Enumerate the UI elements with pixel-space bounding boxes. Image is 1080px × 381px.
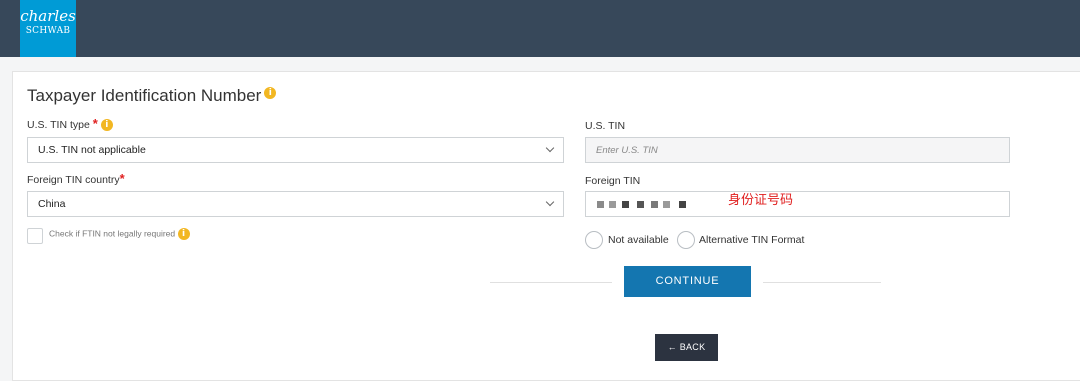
info-icon[interactable]: i [264, 87, 277, 99]
continue-button[interactable]: CONTINUE [624, 266, 751, 297]
chevron-down-icon [545, 143, 555, 153]
us-tin-type-value: U.S. TIN not applicable [38, 144, 146, 156]
required-asterisk: * [119, 171, 125, 186]
not-available-label: Not available [608, 234, 669, 246]
logo-line1: charles [20, 7, 76, 25]
back-label: BACK [679, 342, 706, 352]
info-icon[interactable]: i [100, 119, 113, 132]
foreign-tin-label: Foreign TIN [585, 175, 641, 187]
us-tin-type-label: U.S. TIN type * i [27, 116, 113, 132]
foreign-tin-input[interactable] [585, 191, 1010, 217]
top-bar [0, 0, 1080, 57]
divider-right [763, 282, 881, 283]
us-tin-type-select[interactable]: U.S. TIN not applicable [27, 137, 564, 163]
us-tin-input[interactable]: Enter U.S. TIN [585, 137, 1010, 163]
ftin-not-required-label: Check if FTIN not legally required i [49, 228, 190, 240]
foreign-tin-country-select[interactable]: China [27, 191, 564, 217]
us-tin-type-label-text: U.S. TIN type [27, 119, 90, 131]
alternative-tin-format-label: Alternative TIN Format [699, 234, 805, 246]
not-available-radio[interactable] [585, 231, 603, 249]
charles-schwab-logo[interactable]: charles SCHWAB [20, 0, 76, 57]
page-title: Taxpayer Identification Number i [27, 86, 277, 106]
info-icon[interactable]: i [177, 228, 190, 240]
foreign-tin-country-label: Foreign TIN country* [27, 171, 125, 186]
foreign-tin-country-label-text: Foreign TIN country [27, 174, 120, 186]
form-panel [12, 71, 1080, 381]
chevron-down-icon [545, 197, 555, 207]
us-tin-placeholder: Enter U.S. TIN [596, 145, 658, 156]
back-button[interactable]: ← BACK [655, 334, 718, 361]
page-title-text: Taxpayer Identification Number [27, 86, 262, 105]
logo-line2: SCHWAB [25, 26, 71, 36]
alternative-tin-format-radio[interactable] [677, 231, 695, 249]
us-tin-label: U.S. TIN [585, 120, 626, 132]
id-number-annotation: 身份证号码 [728, 193, 794, 208]
ftin-not-required-text: Check if FTIN not legally required [49, 228, 176, 239]
back-arrow-icon: ← [667, 342, 677, 352]
required-asterisk: * [92, 116, 98, 131]
ftin-not-required-checkbox[interactable] [27, 228, 43, 244]
divider-left [490, 282, 612, 283]
foreign-tin-country-value: China [38, 198, 66, 210]
